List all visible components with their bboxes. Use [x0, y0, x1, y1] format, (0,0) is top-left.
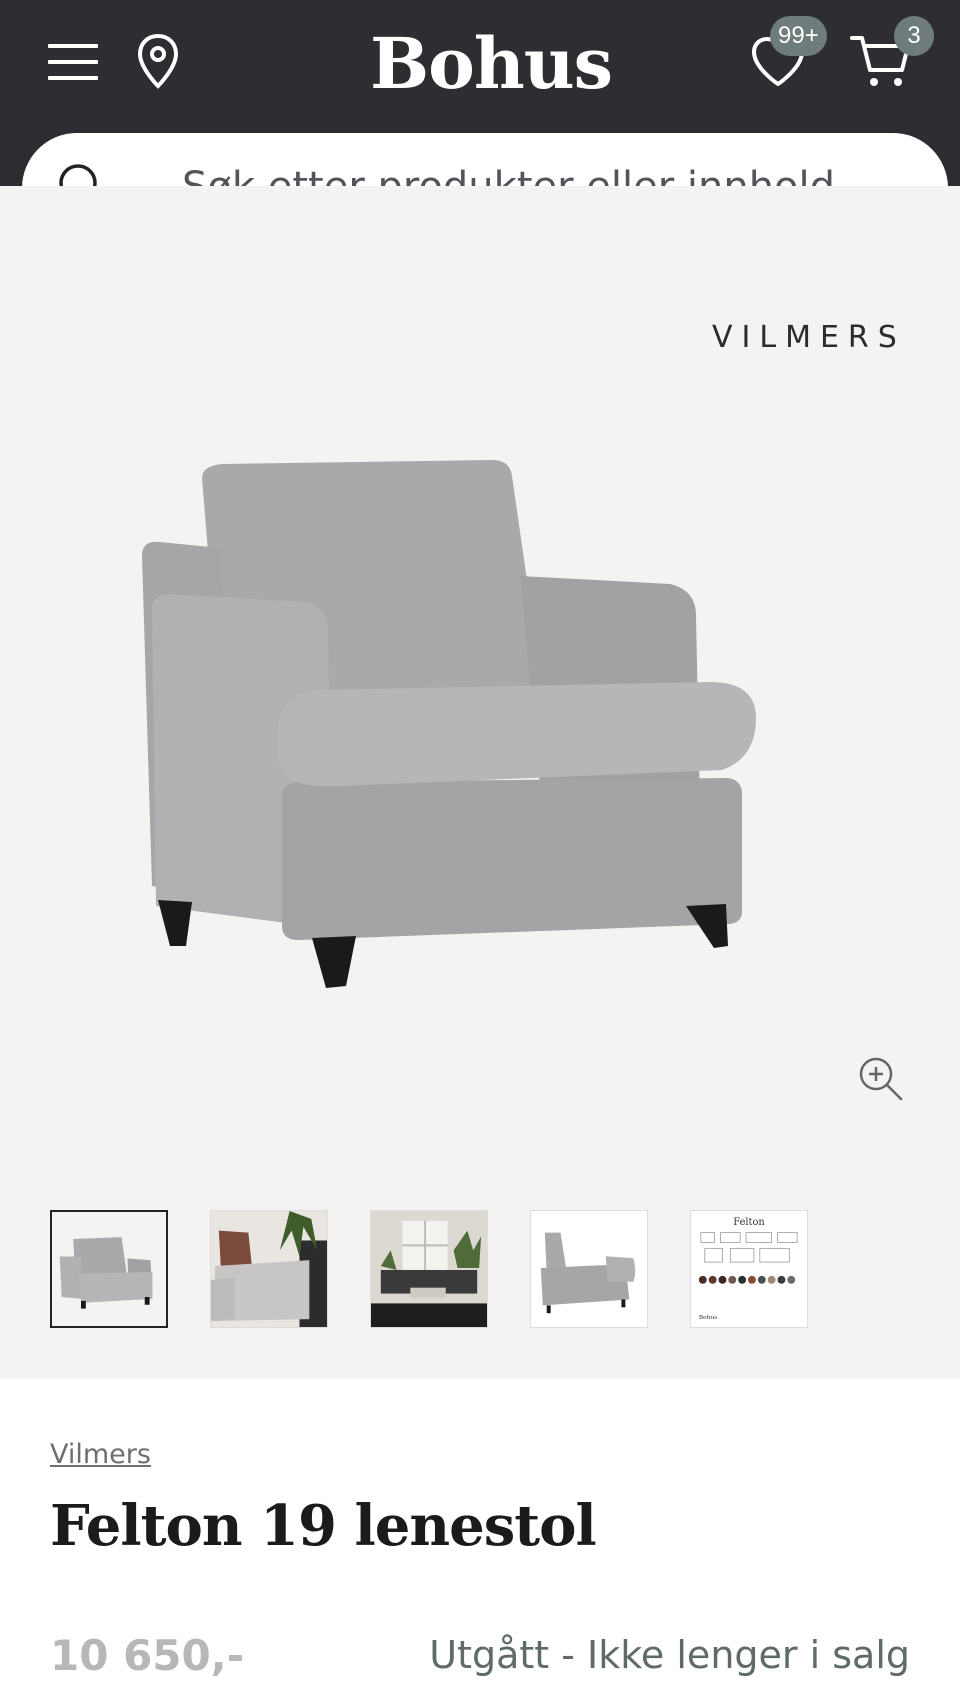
thumbnail-3[interactable]	[370, 1210, 488, 1328]
thumbnail-5[interactable]: Felton Bohus	[690, 1210, 808, 1328]
availability-status: Utgått - Ikke lenger i salg	[429, 1633, 910, 1677]
product-gallery: VILMERS Felton Bohus	[0, 186, 960, 1379]
product-title: Felton 19 lenestol	[50, 1493, 597, 1559]
cart-count-badge: 3	[894, 16, 934, 56]
thumbnail-2[interactable]	[210, 1210, 328, 1328]
menu-icon[interactable]	[48, 40, 100, 84]
menu-line	[48, 76, 98, 80]
thumbnail-strip: Felton Bohus	[50, 1210, 910, 1330]
product-main-image[interactable]	[130, 426, 830, 1026]
brand-logo: VILMERS	[712, 320, 906, 355]
product-price: 10 650,-	[50, 1631, 245, 1680]
thumb5-title: Felton	[733, 1217, 765, 1228]
zoom-in-icon[interactable]	[856, 1054, 906, 1104]
site-logo[interactable]: Bohus	[370, 22, 613, 106]
brand-link[interactable]: Vilmers	[50, 1439, 151, 1470]
menu-line	[48, 60, 98, 64]
menu-line	[48, 44, 98, 48]
product-info: Vilmers Felton 19 lenestol 10 650,- Utgå…	[0, 1379, 960, 1707]
thumbnail-4[interactable]	[530, 1210, 648, 1328]
thumbnail-1[interactable]	[50, 1210, 168, 1328]
thumb5-footer: Bohus	[699, 1315, 717, 1321]
location-pin-icon[interactable]	[134, 32, 182, 92]
wishlist-count-badge: 99+	[770, 16, 827, 56]
